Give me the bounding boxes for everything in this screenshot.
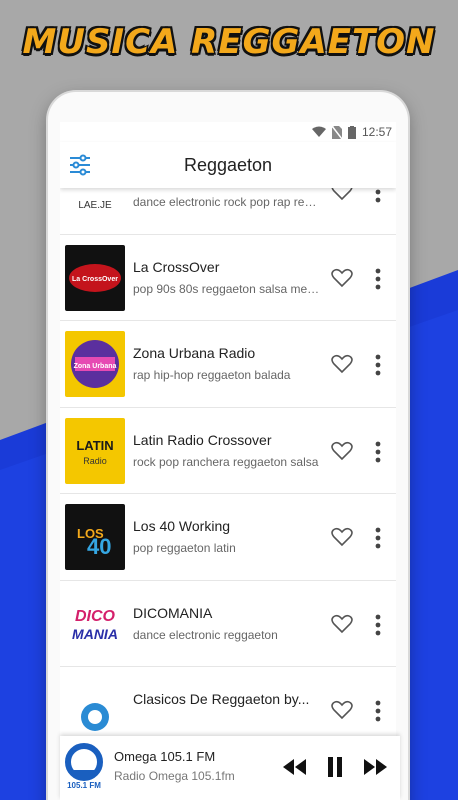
station-logo: LATIN Radio [65,417,125,484]
station-name: Clasicos De Reggaeton by... [133,691,310,707]
battery-icon [347,125,356,139]
no-sim-icon [331,125,342,139]
more-options-icon[interactable] [372,268,384,290]
svg-text:40: 40 [87,534,111,559]
pause-icon[interactable] [322,756,348,778]
svg-text:Zona Urbana: Zona Urbana [74,363,117,370]
page-title: Reggaeton [183,154,273,175]
player-station-name: Omega 105.1 FM [114,749,216,764]
player-station-subtitle: Radio Omega 105.1fm [114,769,235,783]
svg-text:DICO: DICO [75,608,116,625]
favorite-heart-icon[interactable] [331,700,353,720]
svg-text:LATIN: LATIN [76,438,113,453]
svg-text:MANIA: MANIA [72,626,118,642]
previous-icon[interactable] [282,756,308,778]
station-row[interactable]: DICO MANIA DICOMANIA dance electronic regga… [60,581,396,667]
station-row[interactable]: Zona Urbana Zona Urbana Radio rap hip-hop … [60,321,396,408]
station-logo: DICO MANIA [65,590,125,657]
status-bar: 12:57 [60,122,396,142]
favorite-heart-icon[interactable] [331,354,353,374]
favorite-heart-icon[interactable] [331,527,353,547]
station-logo [65,677,125,736]
station-name: Los 40 Working [133,518,231,534]
app-bar: Reggaeton [60,142,396,188]
station-row[interactable]: Clasicos De Reggaeton by... [60,667,396,736]
svg-text:La CrossOver: La CrossOver [72,276,118,283]
station-list: LAE.JELa Eje Radiodance electronic rock … [60,174,396,736]
svg-text:LAE.JE: LAE.JE [78,200,112,211]
station-row[interactable]: LOS 40 Los 40 Working pop reggaeton latin [60,494,396,581]
station-genres: pop reggaeton latin [133,541,236,555]
station-genres: dance electronic rock pop rap reggaeton [133,195,323,209]
favorite-heart-icon[interactable] [331,614,353,634]
station-genres: dance electronic reggaeton [133,627,278,642]
favorite-heart-icon[interactable] [331,441,353,461]
more-options-icon[interactable] [372,527,384,549]
station-genres: rock pop ranchera reggaeton salsa [133,454,319,469]
station-logo: La CrossOver [65,244,125,311]
station-name: Latin Radio Crossover [133,431,272,448]
wifi-icon [311,126,326,137]
svg-text:Radio: Radio [83,456,107,466]
player-station-logo: 105.1 FM [60,742,108,792]
station-row[interactable]: La CrossOver La CrossOver pop 90s 80s regg… [60,235,396,321]
favorite-heart-icon[interactable] [331,268,353,288]
station-name: La CrossOver [133,258,220,275]
more-options-icon[interactable] [372,700,384,722]
mini-player[interactable]: 105.1 FM Omega 105.1 FM Radio Omega 105.… [60,736,400,800]
station-name: DICOMANIA [133,604,213,621]
more-options-icon[interactable] [372,614,384,636]
svg-text:105.1 FM: 105.1 FM [67,781,101,790]
station-row[interactable]: LATIN Radio Latin Radio Crossover rock pop … [60,408,396,494]
status-time: 12:57 [361,125,392,139]
next-icon[interactable] [362,756,388,778]
station-name: Zona Urbana Radio [133,345,256,361]
station-genres: rap hip-hop reggaeton balada [133,368,291,382]
promo-title: MUSICA REGGAETON [22,22,436,62]
station-logo: Zona Urbana [65,331,125,397]
more-options-icon[interactable] [372,441,384,463]
station-genres: pop 90s 80s reggaeton salsa merengue [133,281,323,296]
more-options-icon[interactable] [372,354,384,376]
station-logo: LOS 40 [65,504,125,570]
